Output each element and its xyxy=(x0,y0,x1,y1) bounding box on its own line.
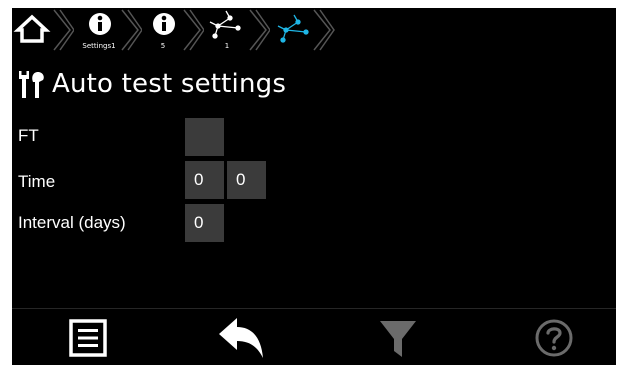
menu-button[interactable] xyxy=(28,309,148,365)
page-title: Auto test settings xyxy=(52,69,287,99)
bottom-toolbar xyxy=(12,308,616,365)
interval-days-field[interactable]: 0 xyxy=(185,204,224,242)
filter-icon xyxy=(380,320,416,357)
help-icon xyxy=(535,319,573,356)
back-icon xyxy=(219,317,263,358)
help-button[interactable] xyxy=(494,309,614,365)
menu-icon xyxy=(69,318,107,357)
back-button[interactable] xyxy=(182,309,302,365)
tools-icon xyxy=(19,71,44,98)
breadcrumb: Settings1 5 1 xyxy=(12,8,352,52)
device-screen: Settings1 5 1 Auto test settings FT Time… xyxy=(12,8,616,365)
ft-label: FT xyxy=(18,126,39,145)
interval-label: Interval (days) xyxy=(18,213,126,232)
time-hours-field[interactable]: 0 xyxy=(185,161,224,199)
ft-field[interactable] xyxy=(185,118,224,156)
chevron-right-icon xyxy=(313,9,335,51)
title-row: Auto test settings xyxy=(18,66,286,102)
filter-button[interactable] xyxy=(338,309,458,365)
home-icon xyxy=(13,14,51,43)
time-label: Time xyxy=(18,172,56,191)
time-minutes-field[interactable]: 0 xyxy=(227,161,266,199)
